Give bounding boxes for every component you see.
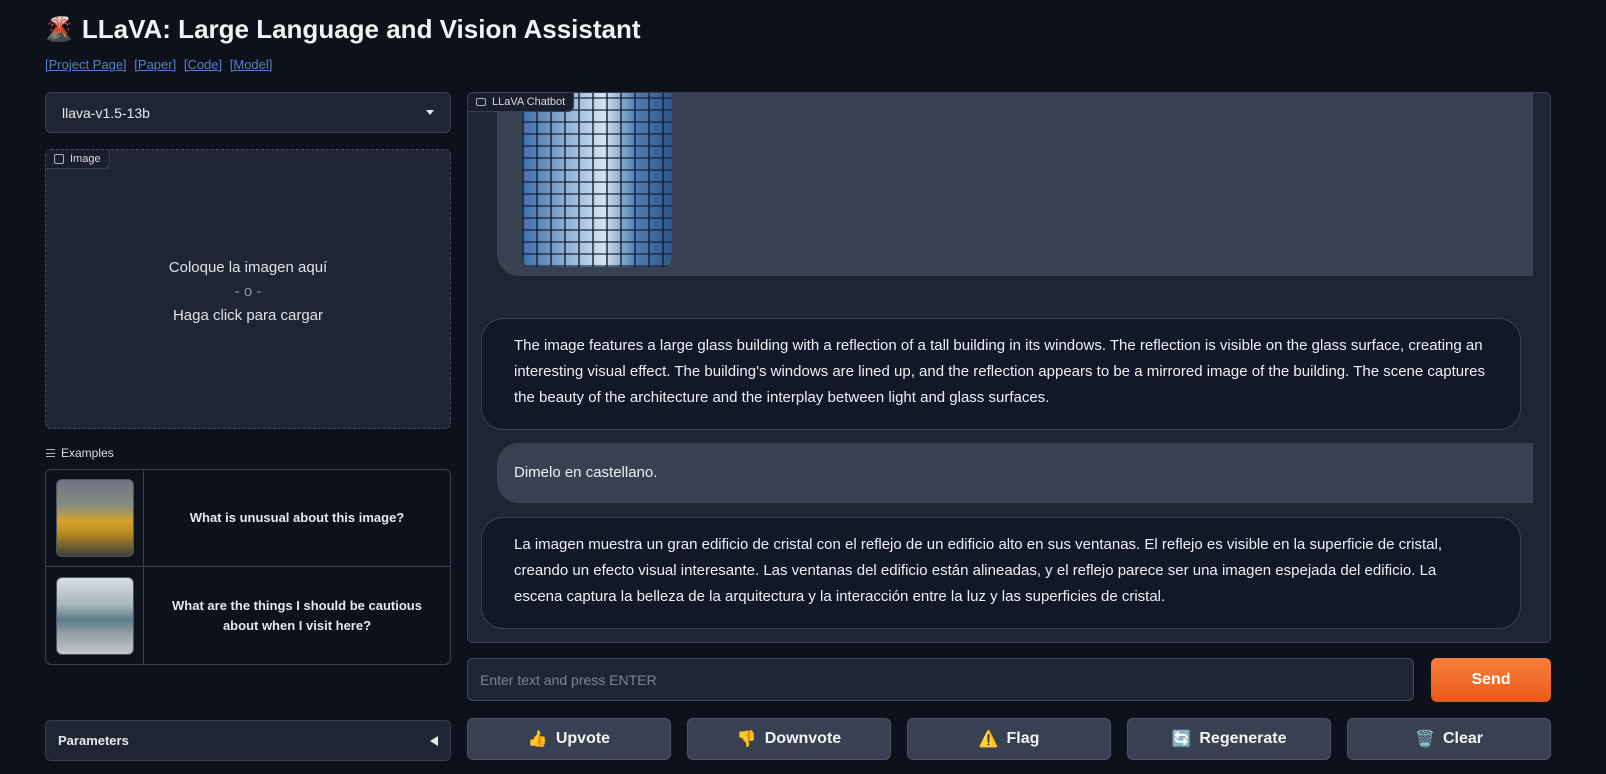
chat-bubble-icon: [476, 98, 486, 106]
example-thumbnail-image: [55, 479, 134, 557]
flag-button[interactable]: ⚠️ Flag: [907, 718, 1111, 760]
image-label-tag: Image: [46, 150, 110, 169]
trash-icon: 🗑️: [1415, 731, 1435, 748]
drop-text: Coloque la imagen aquí: [168, 259, 328, 276]
warning-icon: ⚠️: [978, 731, 999, 748]
thumbs-down-icon: 👎: [736, 731, 757, 748]
example-text: What are the things I should be cautious…: [172, 597, 422, 633]
uploaded-building-image: [522, 93, 672, 267]
page-title: 🌋 LLaVA: Large Language and Vision Assis…: [44, 14, 641, 45]
refresh-icon: 🔄: [1171, 731, 1192, 748]
examples-heading: Examples: [46, 446, 114, 460]
flag-label: Flag: [1006, 730, 1040, 747]
chatbot-label: LLaVA Chatbot: [492, 96, 566, 108]
page-title-text: LLaVA: Large Language and Vision Assista…: [81, 14, 641, 44]
regenerate-button[interactable]: 🔄 Regenerate: [1127, 718, 1331, 760]
parameters-accordion[interactable]: Parameters: [45, 720, 451, 761]
paper-link[interactable]: [Paper]: [134, 57, 176, 72]
list-icon: [46, 449, 55, 457]
chevron-down-icon: [426, 110, 434, 115]
example-text: What is unusual about this image?: [189, 510, 405, 525]
app-root: 🌋 LLaVA: Large Language and Vision Assis…: [0, 0, 1606, 774]
image-icon: [54, 154, 64, 164]
parameters-label: Parameters: [58, 733, 129, 748]
user-message: Dimelo en castellano.: [497, 443, 1533, 503]
bot-message: The image features a large glass buildin…: [481, 318, 1521, 430]
user-message-text: Dimelo en castellano.: [514, 464, 658, 481]
example-row[interactable]: What is unusual about this image?: [46, 470, 450, 567]
bot-message: La imagen muestra un gran edificio de cr…: [481, 517, 1521, 629]
model-dropdown[interactable]: llava-v1.5-13b: [45, 92, 451, 133]
project-page-link[interactable]: [Project Page]: [45, 57, 127, 72]
model-dropdown-value: llava-v1.5-13b: [62, 104, 150, 121]
regenerate-label: Regenerate: [1199, 730, 1287, 747]
upvote-button[interactable]: 👍 Upvote: [467, 718, 671, 760]
image-label: Image: [70, 153, 101, 165]
chatbot-label-tag: LLaVA Chatbot: [468, 93, 575, 112]
examples-label: Examples: [61, 446, 114, 460]
downvote-button[interactable]: 👎 Downvote: [687, 718, 891, 760]
volcano-logo-icon: 🌋: [44, 16, 74, 43]
action-buttons: 👍 Upvote 👎 Downvote ⚠️ Flag 🔄 Regenerate…: [467, 718, 1551, 760]
click-text: Haga click para cargar: [172, 307, 324, 324]
upvote-label: Upvote: [555, 730, 611, 747]
examples-table: What is unusual about this image? What a…: [45, 469, 451, 665]
thumbs-up-icon: 👍: [527, 731, 548, 748]
downvote-label: Downvote: [764, 730, 842, 747]
header-links: [Project Page] [Paper] [Code] [Model]: [45, 57, 276, 72]
example-thumbnail-image: [55, 576, 134, 655]
clear-label: Clear: [1442, 730, 1483, 747]
example-thumbnail-cell: [46, 470, 144, 566]
model-link[interactable]: [Model]: [230, 57, 273, 72]
image-upload-dropzone[interactable]: Image Coloque la imagen aquí - o - Haga …: [45, 149, 451, 429]
caret-left-icon: [430, 735, 438, 746]
example-row[interactable]: What are the things I should be cautious…: [46, 567, 450, 664]
code-link[interactable]: [Code]: [184, 57, 222, 72]
send-button[interactable]: Send: [1431, 658, 1551, 702]
chat-input[interactable]: [467, 658, 1414, 701]
dropzone-instructions: Coloque la imagen aquí - o - Haga click …: [46, 256, 450, 328]
or-text: - o -: [234, 283, 262, 300]
clear-button[interactable]: 🗑️ Clear: [1347, 718, 1551, 760]
example-thumbnail-cell: [46, 567, 144, 664]
user-image-message: [497, 93, 1533, 276]
chatbot-panel[interactable]: LLaVA Chatbot The image features a large…: [467, 92, 1551, 643]
